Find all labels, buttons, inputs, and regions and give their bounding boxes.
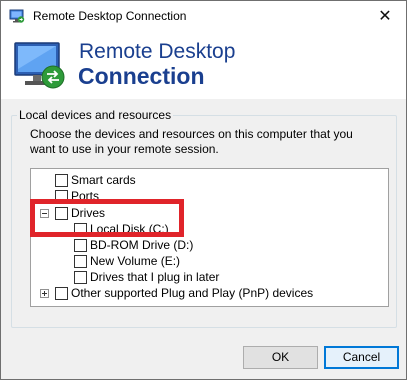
close-icon[interactable]: ✕ bbox=[374, 6, 396, 26]
banner-title-line1: Remote Desktop bbox=[79, 40, 236, 63]
checkbox[interactable] bbox=[74, 239, 87, 252]
title-bar: Remote Desktop Connection ✕ bbox=[1, 1, 406, 31]
remote-desktop-small-icon bbox=[9, 9, 25, 23]
checkbox[interactable] bbox=[74, 271, 87, 284]
remote-desktop-dialog: Remote Desktop Connection ✕ Remote Deskt… bbox=[0, 0, 407, 380]
checkbox[interactable] bbox=[55, 287, 68, 300]
cancel-button[interactable]: Cancel bbox=[324, 346, 399, 369]
tree-item-label: New Volume (E:) bbox=[90, 254, 181, 268]
tree-item-label: Other supported Plug and Play (PnP) devi… bbox=[71, 286, 314, 300]
groupbox-legend: Local devices and resources bbox=[17, 108, 174, 122]
checkbox[interactable] bbox=[74, 255, 87, 268]
group-description: Choose the devices and resources on this… bbox=[30, 127, 353, 156]
expand-icon[interactable] bbox=[40, 289, 49, 298]
header-banner: Remote Desktop Connection bbox=[1, 31, 406, 99]
devices-tree[interactable]: Smart cards Ports Drives Local Disk (C:)… bbox=[30, 168, 389, 307]
remote-desktop-icon bbox=[14, 42, 65, 89]
tree-item-label: Smart cards bbox=[71, 173, 136, 187]
annotation-highlight-box bbox=[30, 199, 184, 237]
window-title: Remote Desktop Connection bbox=[33, 9, 187, 23]
checkbox[interactable] bbox=[55, 174, 68, 187]
ok-button[interactable]: OK bbox=[243, 346, 318, 369]
banner-title-line2: Connection bbox=[78, 63, 205, 89]
tree-item-label: Drives that I plug in later bbox=[90, 270, 220, 284]
tree-item-label: BD-ROM Drive (D:) bbox=[90, 238, 194, 252]
